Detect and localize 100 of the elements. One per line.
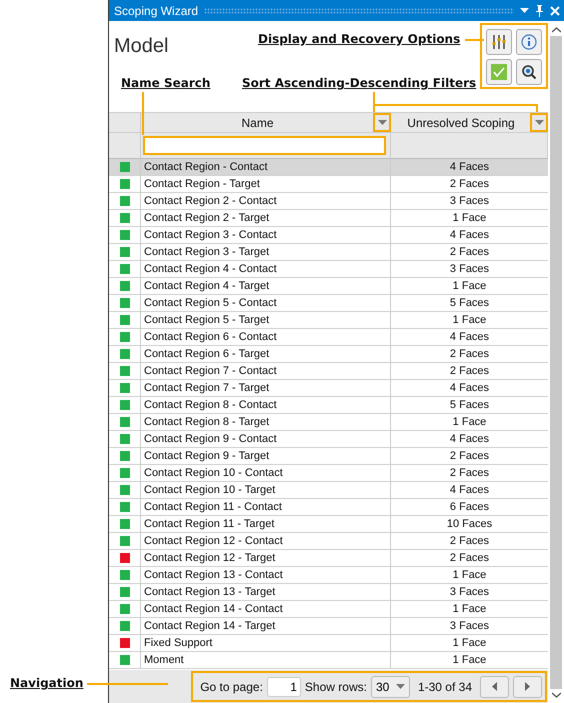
table-row[interactable]: Contact Region 10 - Contact 2 Faces bbox=[109, 465, 548, 482]
scroll-thumb[interactable] bbox=[550, 36, 562, 689]
table-cell: Contact Region 11 - Contact bbox=[141, 499, 391, 515]
checkmark-icon bbox=[491, 64, 507, 80]
table-row[interactable]: Contact Region 11 - Contact 6 Faces bbox=[109, 499, 548, 516]
right-arrow-icon bbox=[525, 682, 530, 691]
table-cell-text: 3 Faces bbox=[448, 194, 490, 209]
table-cell-text: 5 Faces bbox=[448, 398, 490, 413]
name-search-field[interactable] bbox=[143, 136, 386, 155]
table-cell: Contact Region 6 - Target bbox=[141, 346, 391, 362]
table-row[interactable]: Contact Region 2 - Contact 3 Faces bbox=[109, 193, 548, 210]
pin-icon[interactable] bbox=[535, 4, 544, 16]
window-title: Scoping Wizard bbox=[114, 4, 198, 18]
info-icon bbox=[521, 34, 537, 50]
table-cell: Contact Region 10 - Target bbox=[141, 482, 391, 498]
table-row[interactable]: Contact Region 14 - Target 3 Faces bbox=[109, 618, 548, 635]
dropdown-icon[interactable] bbox=[520, 8, 529, 13]
sort-button[interactable] bbox=[531, 114, 547, 131]
table-row[interactable]: Contact Region 8 - Target 1 Face bbox=[109, 414, 548, 431]
table-cell-text: 3 Faces bbox=[448, 585, 490, 600]
table-row[interactable]: Contact Region 3 - Contact 4 Faces bbox=[109, 227, 548, 244]
table-row[interactable]: Fixed Support 1 Face bbox=[109, 635, 548, 652]
table-cell-text: 3 Faces bbox=[448, 262, 490, 277]
table-cell: Contact Region 10 - Contact bbox=[141, 465, 391, 481]
table-cell: Contact Region 14 - Contact bbox=[141, 601, 391, 617]
table-row[interactable]: Contact Region 8 - Contact 5 Faces bbox=[109, 397, 548, 414]
table-cell-text: 1 Face bbox=[452, 313, 488, 328]
table-cell: Contact Region 2 - Contact bbox=[141, 193, 391, 209]
close-icon[interactable] bbox=[550, 6, 560, 16]
table-row[interactable]: Contact Region 11 - Target 10 Faces bbox=[109, 516, 548, 533]
table-cell-text: 6 Faces bbox=[448, 500, 490, 515]
table-cell-text: 4 Faces bbox=[448, 330, 490, 345]
table-cell-text: 1 Face bbox=[452, 279, 488, 294]
next-button[interactable] bbox=[513, 676, 542, 698]
table-row[interactable]: Contact Region 5 - Target 1 Face bbox=[109, 312, 548, 329]
page-field[interactable]: 1 bbox=[266, 676, 301, 696]
table-row[interactable]: Contact Region 9 - Contact 4 Faces bbox=[109, 431, 548, 448]
table-cell: Contact Region 3 - Target bbox=[141, 244, 391, 260]
table-cell-text: 1 Face bbox=[452, 602, 488, 617]
table-cell: Contact Region 7 - Contact bbox=[141, 363, 391, 379]
rows-dropdown[interactable]: 30 bbox=[370, 676, 410, 698]
table-row[interactable]: Contact Region 7 - Target 4 Faces bbox=[109, 380, 548, 397]
table-cell-text: 1 Face bbox=[452, 568, 488, 583]
table-cell-text: 2 Faces bbox=[448, 534, 490, 549]
table-row[interactable]: Contact Region 12 - Target 2 Faces bbox=[109, 550, 548, 567]
table-row[interactable]: Contact Region 6 - Contact 4 Faces bbox=[109, 329, 548, 346]
table-cell-text: 4 Faces bbox=[448, 228, 490, 243]
table-cell-text: 4 Faces bbox=[448, 381, 490, 396]
column-header: Name bbox=[240, 116, 274, 130]
go-to-page-label: Go to page: bbox=[200, 680, 263, 694]
table-cell-text: 1 Face bbox=[452, 211, 488, 226]
table-cell: Contact Region 6 - Contact bbox=[141, 329, 391, 345]
table-cell: Moment bbox=[141, 652, 391, 668]
table-row[interactable]: Contact Region - Contact 4 Faces bbox=[109, 159, 548, 176]
table-row[interactable]: Contact Region 12 - Contact 2 Faces bbox=[109, 533, 548, 550]
table-row[interactable]: Contact Region 13 - Contact 1 Face bbox=[109, 567, 548, 584]
table-row[interactable]: Contact Region - Target 2 Faces bbox=[109, 176, 548, 193]
table-cell: Contact Region - Contact bbox=[141, 159, 391, 175]
table-cell: Contact Region 11 - Target bbox=[141, 516, 391, 532]
leader-line bbox=[142, 92, 144, 135]
table-cell: Contact Region 4 - Target bbox=[141, 278, 391, 294]
table-row[interactable]: Contact Region 4 - Contact 3 Faces bbox=[109, 261, 548, 278]
table-cell-text: 2 Faces bbox=[448, 177, 490, 192]
table-row[interactable]: Contact Region 2 - Target 1 Face bbox=[109, 210, 548, 227]
table-row[interactable]: Contact Region 7 - Contact 2 Faces bbox=[109, 363, 548, 380]
table-cell: Contact Region 8 - Contact bbox=[141, 397, 391, 413]
toolbar-button[interactable] bbox=[516, 59, 542, 85]
table-cell-text: 2 Faces bbox=[448, 449, 490, 464]
table-cell: Contact Region 4 - Contact bbox=[141, 261, 391, 277]
table-row[interactable]: Moment 1 Face bbox=[109, 652, 548, 669]
table-row[interactable]: Contact Region 14 - Contact 1 Face bbox=[109, 601, 548, 618]
scroll-down-icon[interactable] bbox=[552, 692, 560, 698]
toolbar-button[interactable] bbox=[486, 29, 512, 55]
caret-icon bbox=[534, 120, 544, 125]
table-cell: Contact Region 5 - Contact bbox=[141, 295, 391, 311]
table-cell: Contact Region 14 - Target bbox=[141, 618, 391, 634]
table-cell: Contact Region 7 - Target bbox=[141, 380, 391, 396]
table-row[interactable]: Contact Region 3 - Target 2 Faces bbox=[109, 244, 548, 261]
table-cell: Contact Region 2 - Target bbox=[141, 210, 391, 226]
column-header: Unresolved Scoping bbox=[406, 116, 516, 130]
previous-button[interactable] bbox=[480, 676, 509, 698]
callout-label: Navigation bbox=[10, 676, 84, 690]
table-row[interactable]: Contact Region 10 - Target 4 Faces bbox=[109, 482, 548, 499]
table-cell-text: 2 Faces bbox=[448, 466, 490, 481]
table-cell-text: 1 Face bbox=[452, 636, 488, 651]
leader-line bbox=[465, 39, 484, 41]
table-row[interactable]: Contact Region 4 - Target 1 Face bbox=[109, 278, 548, 295]
table-row[interactable]: Contact Region 13 - Target 3 Faces bbox=[109, 584, 548, 601]
table-cell-text: 3 Faces bbox=[448, 619, 490, 634]
sliders-icon bbox=[492, 34, 506, 50]
table-row[interactable]: Contact Region 6 - Target 2 Faces bbox=[109, 346, 548, 363]
table-row[interactable]: Contact Region 9 - Target 2 Faces bbox=[109, 448, 548, 465]
table-cell-text: 5 Faces bbox=[448, 296, 490, 311]
sort-button[interactable] bbox=[374, 114, 390, 131]
page-range: 1-30 of 34 bbox=[418, 680, 472, 694]
scroll-up-icon[interactable] bbox=[552, 27, 560, 33]
table-cell-text: 1 Face bbox=[452, 653, 488, 668]
table-cell-text: 2 Faces bbox=[448, 551, 490, 566]
table-row[interactable]: Contact Region 5 - Contact 5 Faces bbox=[109, 295, 548, 312]
table-cell-text: 1 Face bbox=[452, 415, 488, 430]
